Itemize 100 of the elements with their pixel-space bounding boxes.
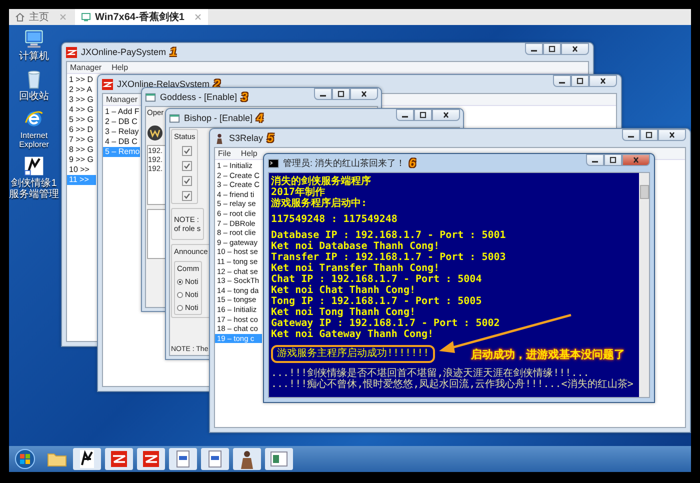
maximize-icon	[608, 156, 618, 164]
console-line: Ket noi Chat Thanh Cong!	[271, 285, 416, 296]
close-icon	[359, 90, 369, 98]
window-title: JXOnline-RelaySystem	[117, 79, 210, 89]
console-line: Ket noi Transfer Thanh Cong!	[271, 263, 441, 274]
console-line: 消失的剑侠服务端程序	[271, 176, 372, 187]
console-line: Tong IP : 192.168.1.7 - Port : 5005	[271, 296, 483, 307]
list-item[interactable]: 3 >> G	[67, 95, 96, 105]
console-line: 游戏服务程序启动中:	[271, 198, 368, 209]
close-button[interactable]	[350, 88, 378, 100]
menu-item[interactable]: Help	[112, 63, 128, 72]
maximize-button[interactable]	[543, 43, 561, 55]
menu-item[interactable]: Help	[240, 149, 258, 158]
annotation-text: 启动成功，进游戏基本没问题了	[471, 346, 626, 362]
window-title: S3Relay	[229, 133, 264, 143]
console-line: 2017年制作	[271, 187, 326, 198]
minimize-button[interactable]	[622, 129, 640, 141]
monitor-icon	[81, 12, 91, 22]
console-line: Chat IP : 192.168.1.7 - Port : 5004	[271, 274, 483, 285]
list-item[interactable]: 5 >> G	[67, 115, 96, 125]
menu-item[interactable]: Manager	[70, 63, 102, 72]
app-logo-icon	[66, 46, 77, 58]
minimize-button[interactable]	[396, 109, 414, 121]
list-item[interactable]: 3 – Relay	[103, 127, 140, 137]
browser-tab[interactable]: 主页	[9, 9, 73, 25]
emblem-icon	[147, 125, 163, 141]
console-line: 117549248 : 117549248	[271, 214, 398, 225]
desktop-icon-label[interactable]: 计算机	[9, 51, 59, 62]
list-item[interactable]: 4 >> G	[67, 105, 96, 115]
brush-character-icon[interactable]	[73, 448, 101, 470]
close-icon	[667, 131, 677, 139]
console-line: Transfer IP : 192.168.1.7 - Port : 5003	[271, 252, 507, 263]
console-line: Gateway IP : 192.168.1.7 - Port : 5002	[271, 318, 501, 329]
start-button[interactable]	[15, 449, 35, 469]
list-item[interactable]: 4 – DB C	[103, 137, 140, 147]
maximize-icon	[418, 111, 428, 119]
desktop-icon-label[interactable]: 回收站	[9, 91, 59, 102]
maximize-button[interactable]	[604, 154, 622, 166]
console-line: Ket noi Tong Thanh Cong!	[271, 307, 416, 318]
list-item[interactable]: 10 >>	[67, 165, 96, 175]
console-icon[interactable]	[265, 448, 293, 470]
close-button[interactable]	[658, 129, 686, 141]
list-item[interactable]: 8 >> G	[67, 145, 96, 155]
close-icon	[598, 77, 608, 85]
list-item[interactable]: 2 >> A	[67, 85, 96, 95]
console-line: ...!!!剑侠情缘是否不堪回首不堪留,浪迹天涯天涯在剑侠情缘!!!...	[271, 368, 590, 379]
console-line: Database IP : 192.168.1.7 - Port : 5001	[271, 230, 507, 241]
figure-icon	[214, 132, 225, 144]
list-item[interactable]: 7 >> G	[67, 135, 96, 145]
checkbox[interactable]	[182, 176, 192, 186]
number-label: 4	[256, 111, 264, 125]
app-logo-icon	[102, 78, 113, 90]
window-icon[interactable]	[201, 448, 229, 470]
window-icon[interactable]	[169, 448, 197, 470]
minimize-button[interactable]	[553, 75, 571, 87]
maximize-button[interactable]	[332, 88, 350, 100]
close-button[interactable]	[589, 75, 617, 87]
desktop-icon-label[interactable]: 剑侠情缘1服务端管理	[9, 178, 59, 200]
figure-icon[interactable]	[233, 448, 261, 470]
game-shortcut-icon[interactable]	[23, 155, 45, 177]
checkbox[interactable]	[182, 191, 192, 201]
app-logo-icon[interactable]	[105, 448, 133, 470]
close-icon	[570, 45, 580, 53]
desktop-icon-label[interactable]: Internet Explorer	[9, 131, 59, 149]
window-title: JXOnline-PaySystem	[81, 47, 166, 57]
number-label: 5	[267, 131, 274, 145]
window-icon	[169, 112, 180, 124]
scrollbar[interactable]	[639, 173, 649, 397]
console-line: Ket noi Database Thanh Cong!	[271, 241, 441, 252]
home-icon	[15, 12, 25, 22]
window-title: 管理员: 消失的红山茶回来了！	[283, 156, 406, 170]
menu-item[interactable]: Manager	[106, 95, 138, 104]
checkbox[interactable]	[182, 161, 192, 171]
close-button[interactable]	[432, 109, 460, 121]
maximize-button[interactable]	[414, 109, 432, 121]
minimize-button[interactable]	[314, 88, 332, 100]
maximize-icon	[575, 77, 585, 85]
list-item[interactable]: 6 >> D	[67, 125, 96, 135]
list-item[interactable]: 2 – DB C	[103, 117, 140, 127]
close-icon	[441, 111, 451, 119]
minimize-button[interactable]	[586, 154, 604, 166]
list-item[interactable]: 1 >> D	[67, 75, 96, 85]
maximize-icon	[547, 45, 557, 53]
computer-icon[interactable]	[23, 28, 45, 50]
maximize-button[interactable]	[571, 75, 589, 87]
number-label: 1	[170, 45, 177, 59]
list-item[interactable]: 9 >> G	[67, 155, 96, 165]
maximize-icon	[644, 131, 654, 139]
list-item[interactable]: 1 – Add F	[103, 107, 140, 117]
app-logo-icon[interactable]	[137, 448, 165, 470]
console-line: ...!!!痴心不曾休,恨时爱悠悠,凤起水回流,云作我心舟!!!...<消失的红山茶>	[271, 379, 634, 390]
browser-tab[interactable]: Win7x64-香蕉剑侠1	[75, 9, 208, 25]
close-button[interactable]	[622, 154, 650, 166]
checkbox[interactable]	[182, 146, 192, 156]
maximize-button[interactable]	[640, 129, 658, 141]
minimize-button[interactable]	[525, 43, 543, 55]
menu-item[interactable]: File	[218, 149, 231, 158]
close-button[interactable]	[561, 43, 589, 55]
text-area[interactable]	[147, 209, 166, 259]
close-icon	[631, 156, 641, 164]
